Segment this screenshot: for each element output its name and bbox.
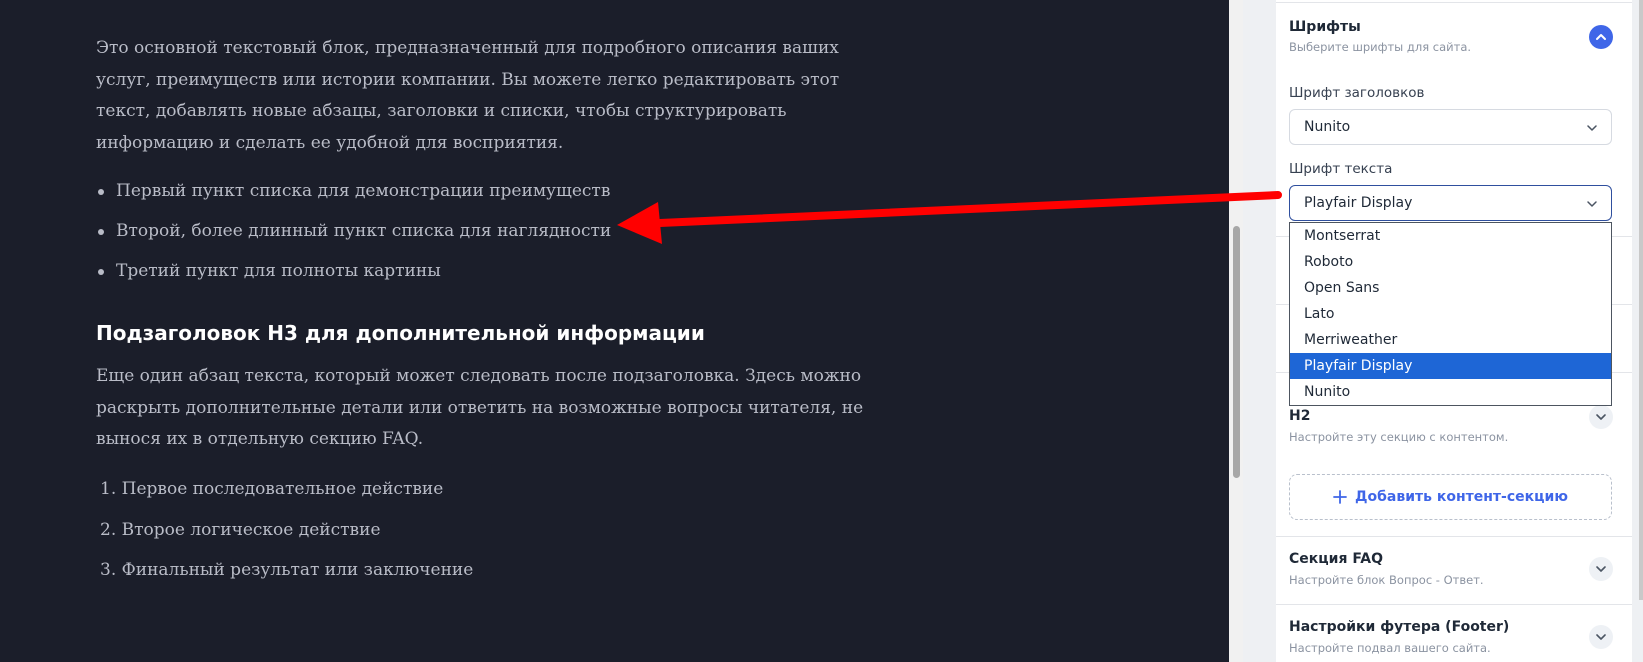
annotation-arrow xyxy=(617,191,1282,244)
